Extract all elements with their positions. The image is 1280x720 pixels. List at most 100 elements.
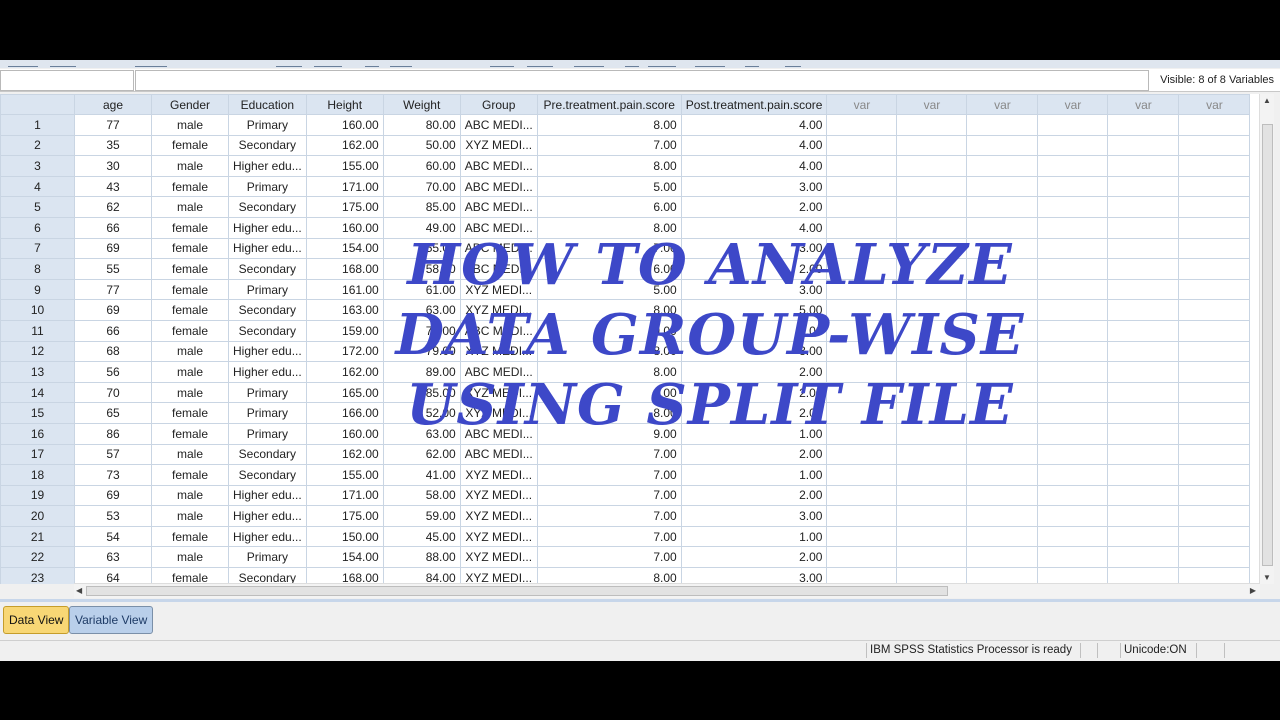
- data-cell[interactable]: 69: [74, 484, 152, 507]
- data-cell[interactable]: 171.00: [305, 484, 384, 507]
- row-number-cell[interactable]: 9: [0, 278, 75, 301]
- data-cell[interactable]: 68: [74, 340, 152, 363]
- row-number-cell[interactable]: 4: [0, 175, 75, 198]
- column-header-group[interactable]: Group: [459, 94, 538, 115]
- data-cell[interactable]: Higher edu...: [228, 484, 307, 507]
- cell-value-field[interactable]: [135, 70, 1149, 91]
- horizontal-scroll-thumb[interactable]: [86, 586, 948, 596]
- data-cell[interactable]: 175.00: [305, 196, 384, 218]
- data-cell[interactable]: female: [151, 278, 229, 301]
- empty-cell[interactable]: [826, 484, 898, 507]
- data-cell[interactable]: female: [151, 237, 229, 260]
- empty-cell[interactable]: [1037, 567, 1109, 584]
- row-number-cell[interactable]: 18: [0, 464, 75, 486]
- row-number-cell[interactable]: 19: [0, 484, 75, 507]
- row-number-cell[interactable]: 13: [0, 361, 75, 383]
- empty-cell[interactable]: [1178, 134, 1251, 157]
- empty-cell[interactable]: [896, 134, 968, 157]
- column-header-gender[interactable]: Gender: [151, 94, 229, 115]
- data-cell[interactable]: Higher edu...: [228, 155, 307, 177]
- data-cell[interactable]: 35: [74, 134, 152, 157]
- data-cell[interactable]: XYZ MEDI...: [459, 525, 538, 548]
- empty-cell[interactable]: [896, 567, 968, 584]
- column-header-post-treatment-pain-score[interactable]: Post.treatment.pain.score: [680, 94, 828, 115]
- data-cell[interactable]: 58.00: [382, 484, 461, 507]
- empty-cell[interactable]: [1037, 443, 1109, 466]
- data-cell[interactable]: 3.00: [680, 567, 828, 584]
- data-cell[interactable]: 85.00: [382, 196, 461, 218]
- data-cell[interactable]: Higher edu...: [228, 340, 307, 363]
- find-icon[interactable]: [390, 60, 412, 67]
- data-cell[interactable]: 7.00: [536, 525, 682, 548]
- empty-cell[interactable]: [1178, 402, 1251, 424]
- empty-cell[interactable]: [966, 505, 1039, 527]
- column-header-weight[interactable]: Weight: [382, 94, 461, 115]
- data-cell[interactable]: 2.00: [680, 196, 828, 218]
- data-cell[interactable]: Secondary: [228, 567, 307, 584]
- data-cell[interactable]: 64: [74, 567, 152, 584]
- data-cell[interactable]: 50.00: [382, 134, 461, 157]
- empty-cell[interactable]: [896, 196, 968, 218]
- data-cell[interactable]: 3.00: [680, 175, 828, 198]
- empty-cell[interactable]: [1037, 196, 1109, 218]
- data-cell[interactable]: 4.00: [680, 134, 828, 157]
- empty-cell[interactable]: [826, 196, 898, 218]
- empty-cell[interactable]: [1037, 134, 1109, 157]
- empty-cell[interactable]: [1178, 525, 1251, 548]
- empty-cell[interactable]: [1107, 567, 1180, 584]
- empty-cell[interactable]: [966, 525, 1039, 548]
- data-cell[interactable]: 69: [74, 299, 152, 321]
- data-cell[interactable]: Secondary: [228, 134, 307, 157]
- empty-cell[interactable]: [1037, 505, 1109, 527]
- data-cell[interactable]: 8.00: [536, 114, 682, 136]
- data-cell[interactable]: 2.00: [680, 443, 828, 466]
- empty-cell[interactable]: [1037, 464, 1109, 486]
- empty-cell[interactable]: [966, 114, 1039, 136]
- data-cell[interactable]: ABC MEDI...: [459, 443, 538, 466]
- data-cell[interactable]: 171.00: [305, 175, 384, 198]
- split-file-icon[interactable]: [574, 60, 604, 67]
- data-cell[interactable]: 84.00: [382, 567, 461, 584]
- data-cell[interactable]: 162.00: [305, 134, 384, 157]
- empty-cell[interactable]: [826, 114, 898, 136]
- data-cell[interactable]: Primary: [228, 546, 307, 569]
- data-cell[interactable]: 62: [74, 196, 152, 218]
- empty-cell[interactable]: [1107, 196, 1180, 218]
- row-number-cell[interactable]: 14: [0, 381, 75, 404]
- data-cell[interactable]: male: [151, 155, 229, 177]
- use-sets-icon[interactable]: [745, 60, 759, 67]
- data-cell[interactable]: 54: [74, 525, 152, 548]
- data-cell[interactable]: 63: [74, 546, 152, 569]
- data-cell[interactable]: 62.00: [382, 443, 461, 466]
- data-cell[interactable]: Primary: [228, 114, 307, 136]
- tab-variable-view[interactable]: Variable View: [69, 606, 154, 634]
- empty-cell[interactable]: [896, 546, 968, 569]
- row-number-cell[interactable]: 6: [0, 216, 75, 239]
- empty-cell[interactable]: [896, 114, 968, 136]
- data-cell[interactable]: male: [151, 196, 229, 218]
- scroll-down-icon[interactable]: ▼: [1263, 573, 1271, 582]
- data-cell[interactable]: 4.00: [680, 155, 828, 177]
- empty-cell[interactable]: [1178, 381, 1251, 404]
- corner-cell[interactable]: [0, 94, 75, 115]
- empty-cell[interactable]: [1107, 340, 1180, 363]
- empty-cell[interactable]: [966, 443, 1039, 466]
- data-cell[interactable]: 53: [74, 505, 152, 527]
- data-cell[interactable]: 1.00: [680, 464, 828, 486]
- column-header-empty-var[interactable]: var: [1037, 94, 1109, 115]
- data-cell[interactable]: male: [151, 443, 229, 466]
- data-cell[interactable]: 7.00: [536, 484, 682, 507]
- empty-cell[interactable]: [1178, 237, 1251, 260]
- empty-cell[interactable]: [966, 567, 1039, 584]
- empty-cell[interactable]: [896, 505, 968, 527]
- data-cell[interactable]: Primary: [228, 381, 307, 404]
- data-cell[interactable]: 86: [74, 422, 152, 445]
- empty-cell[interactable]: [1107, 114, 1180, 136]
- empty-cell[interactable]: [1107, 155, 1180, 177]
- empty-cell[interactable]: [1107, 505, 1180, 527]
- data-cell[interactable]: 45.00: [382, 525, 461, 548]
- empty-cell[interactable]: [1178, 196, 1251, 218]
- row-number-cell[interactable]: 5: [0, 196, 75, 218]
- empty-cell[interactable]: [966, 464, 1039, 486]
- open-icon[interactable]: [8, 60, 38, 67]
